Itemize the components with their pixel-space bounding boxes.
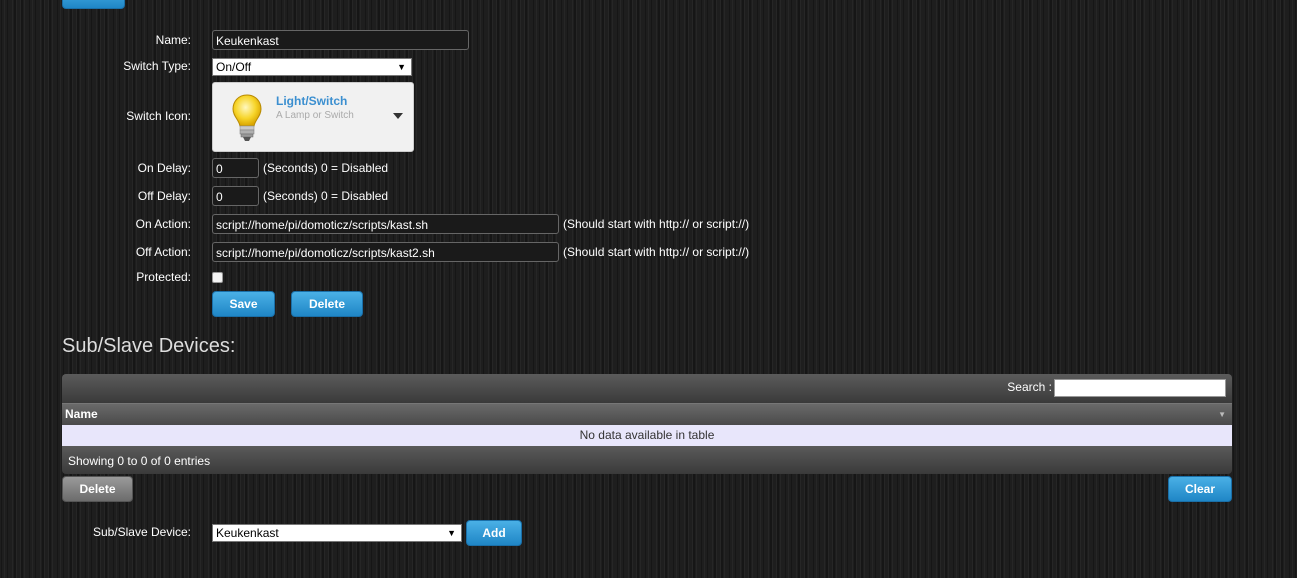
- on-delay-hint: (Seconds) 0 = Disabled: [263, 161, 389, 175]
- on-action-hint: (Should start with http:// or script://): [563, 217, 750, 231]
- off-action-label: Off Action:: [135, 245, 191, 259]
- icon-title: Light/Switch: [276, 94, 348, 108]
- switch-icon-selector[interactable]: Light/Switch A Lamp or Switch: [212, 82, 414, 152]
- save-button[interactable]: Save: [212, 291, 275, 317]
- sub-device-label: Sub/Slave Device:: [92, 525, 191, 539]
- off-action-hint: (Should start with http:// or script://): [563, 245, 750, 259]
- sub-delete-button[interactable]: Delete: [62, 476, 133, 502]
- name-label: Name:: [155, 33, 191, 47]
- off-delay-field[interactable]: 0: [212, 186, 259, 206]
- protected-label: Protected:: [136, 270, 191, 284]
- on-delay-label: On Delay:: [137, 161, 191, 175]
- switch-type-select[interactable]: On/Off ▼: [212, 58, 412, 76]
- name-field[interactable]: Keukenkast: [212, 30, 469, 50]
- sub-devices-heading: Sub/Slave Devices:: [62, 335, 236, 357]
- dropdown-arrow-icon: [393, 113, 403, 119]
- top-button[interactable]: [62, 0, 125, 9]
- on-action-field[interactable]: script://home/pi/domoticz/scripts/kast.s…: [212, 214, 559, 234]
- light-bulb-icon: [232, 94, 262, 141]
- on-action-label: On Action:: [135, 217, 191, 231]
- column-header-name[interactable]: Name ▼: [62, 403, 1232, 425]
- search-input[interactable]: [1054, 379, 1226, 397]
- sub-devices-table: Search : Name ▼ No data available in tab…: [62, 374, 1232, 474]
- table-empty-row: No data available in table: [62, 425, 1232, 446]
- icon-description: A Lamp or Switch: [276, 110, 354, 121]
- chevron-down-icon: ▼: [397, 62, 406, 72]
- clear-button[interactable]: Clear: [1168, 476, 1232, 502]
- off-delay-label: Off Delay:: [137, 189, 191, 203]
- sub-device-value: Keukenkast: [216, 526, 279, 540]
- switch-type-value: On/Off: [216, 60, 252, 74]
- on-delay-field[interactable]: 0: [212, 158, 259, 178]
- table-toolbar: Search :: [62, 374, 1232, 403]
- off-delay-hint: (Seconds) 0 = Disabled: [263, 189, 389, 203]
- switch-type-label: Switch Type:: [123, 59, 191, 73]
- switch-icon-label: Switch Icon:: [126, 109, 191, 123]
- protected-checkbox[interactable]: [212, 272, 223, 283]
- sub-device-select[interactable]: Keukenkast ▼: [212, 524, 462, 542]
- sort-icon: ▼: [1218, 410, 1226, 419]
- search-label: Search :: [1007, 380, 1052, 394]
- off-action-field[interactable]: script://home/pi/domoticz/scripts/kast2.…: [212, 242, 559, 262]
- table-info: Showing 0 to 0 of 0 entries: [62, 446, 1232, 474]
- chevron-down-icon: ▼: [447, 528, 456, 538]
- add-button[interactable]: Add: [466, 520, 522, 546]
- delete-button[interactable]: Delete: [291, 291, 363, 317]
- column-name-label: Name: [65, 407, 98, 421]
